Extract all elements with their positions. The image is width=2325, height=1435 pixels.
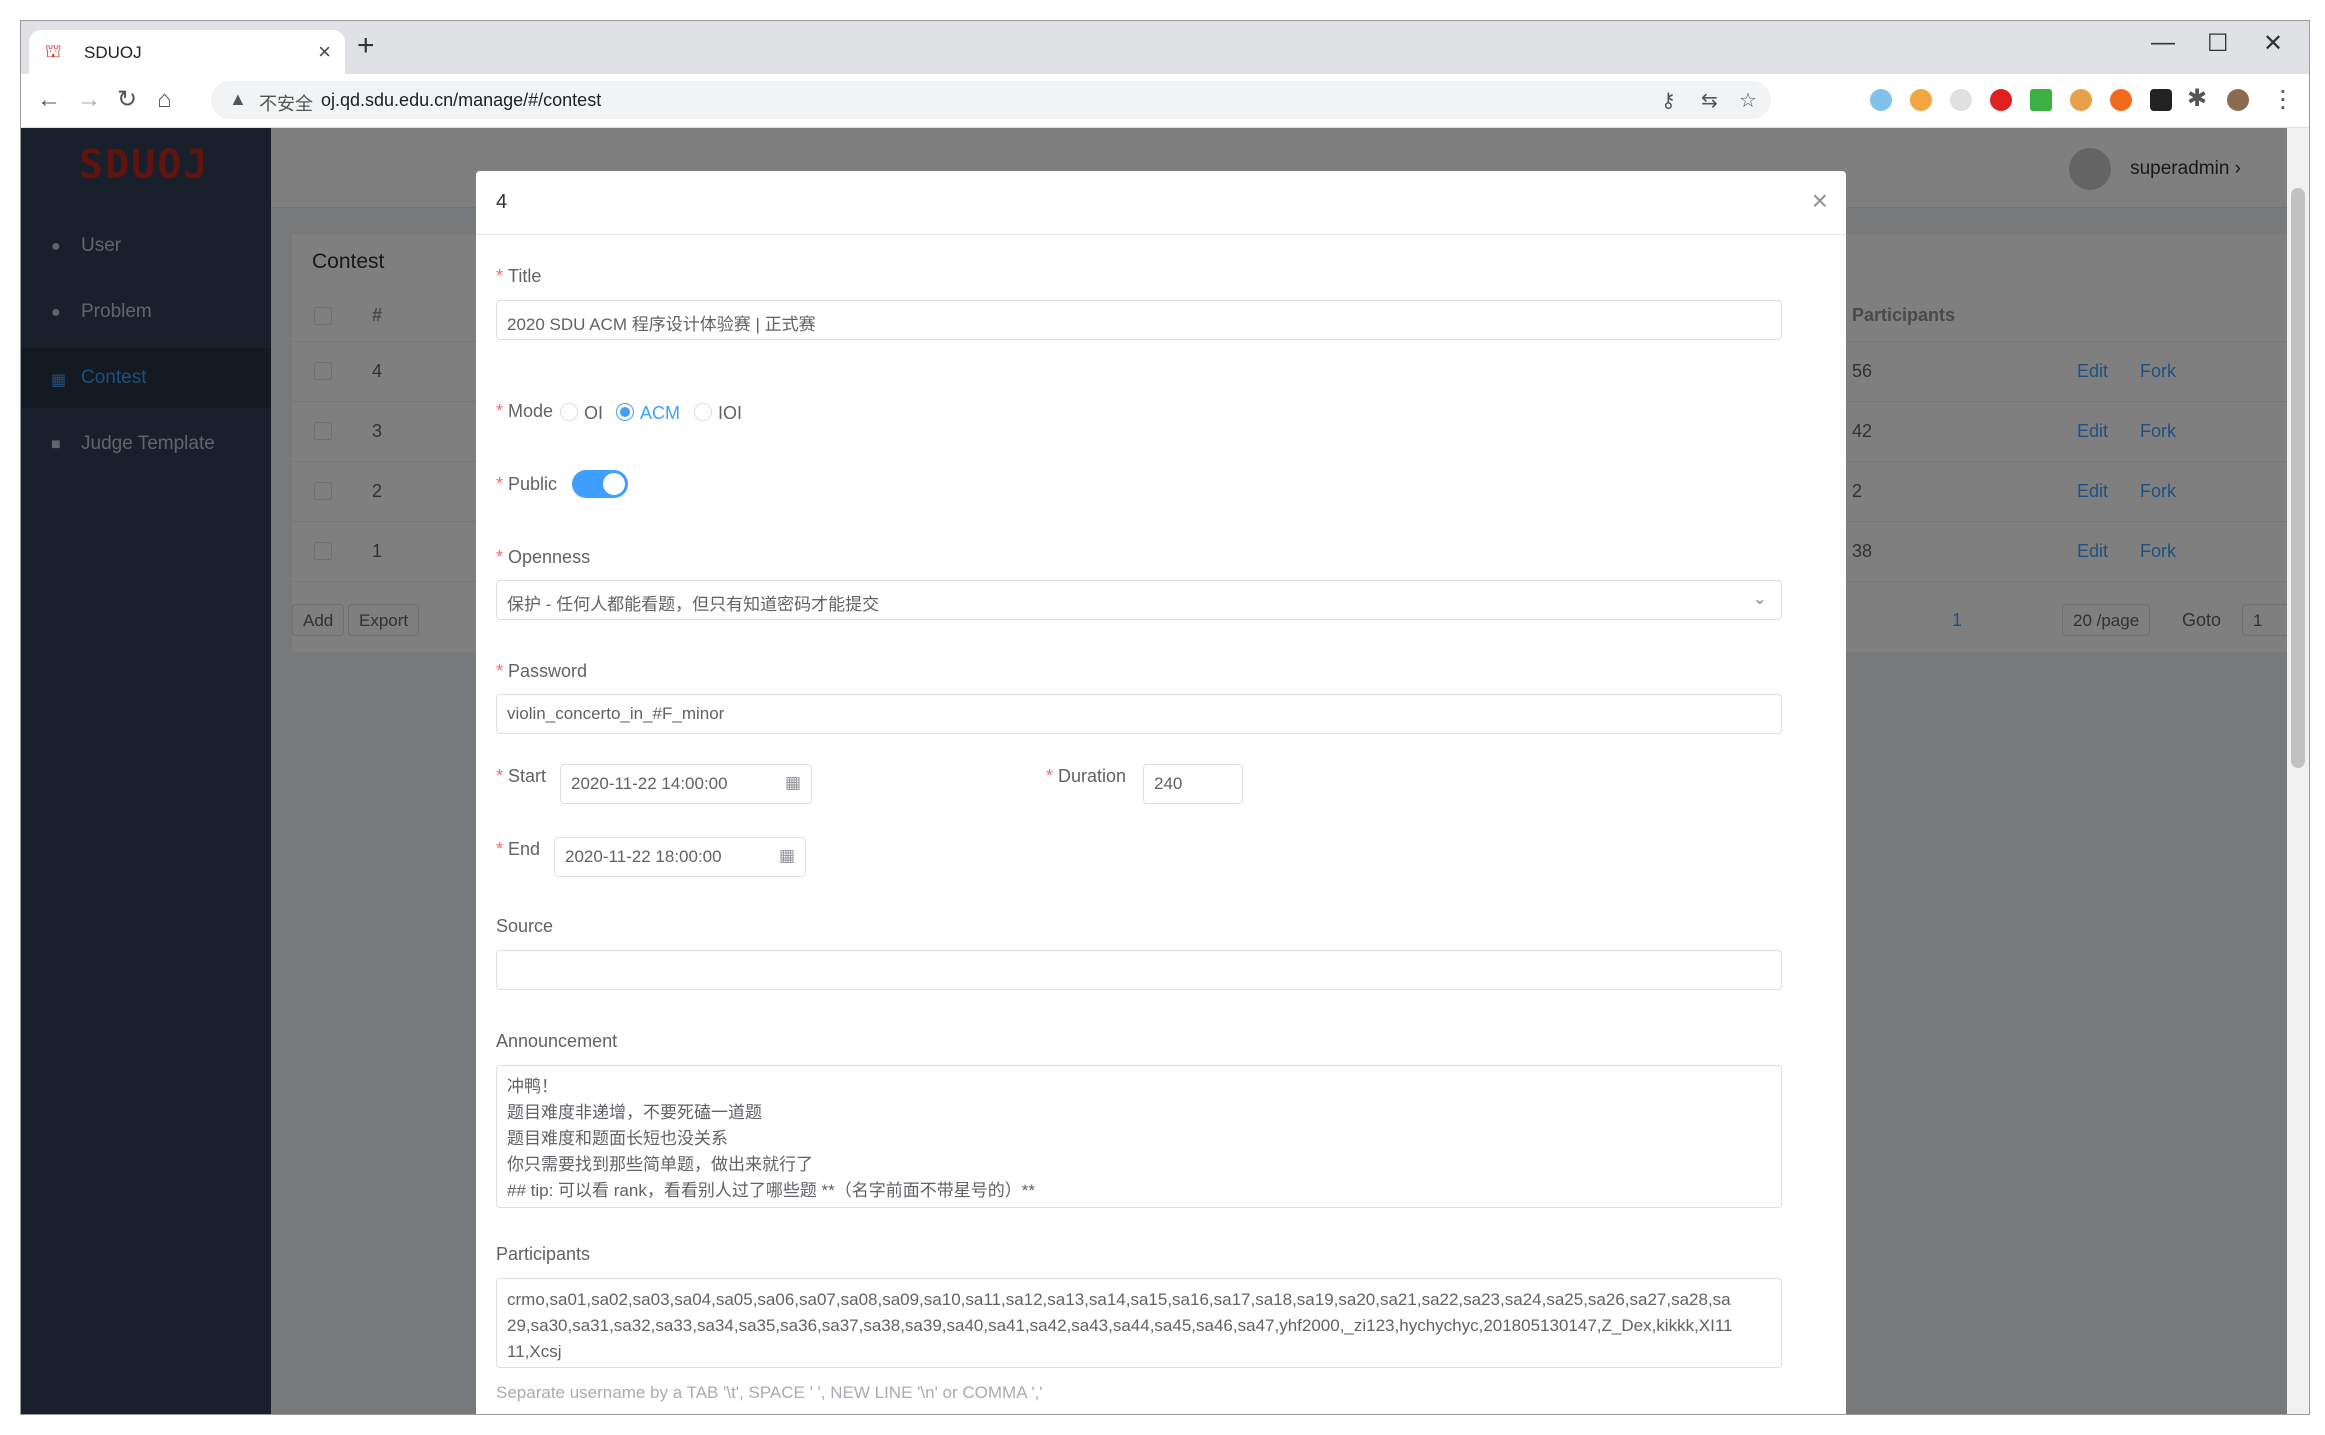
announcement-line: 题目难度非递增，不要死磕一道题 xyxy=(507,1103,762,1122)
url-text[interactable]: oj.qd.sdu.edu.cn/manage/#/contest xyxy=(321,90,601,111)
end-date-picker[interactable]: 2020-11-22 18:00:00 ▦ xyxy=(554,837,806,877)
password-label-text: Password xyxy=(508,661,588,681)
password-input[interactable]: violin_concerto_in_#F_minor xyxy=(496,694,1782,734)
dialog-header: 4 × xyxy=(476,171,1846,235)
mode-label-text: Mode xyxy=(508,401,554,421)
close-window-icon[interactable]: ✕ xyxy=(2263,29,2283,58)
maximize-icon[interactable]: ☐ xyxy=(2207,29,2229,58)
extension-icon[interactable] xyxy=(2150,89,2172,111)
mode-label: * Mode xyxy=(496,401,554,421)
duration-label: * Duration xyxy=(1046,766,1127,786)
end-label: * End xyxy=(496,839,541,859)
browser-tab[interactable]: ⛫ SDUOJ × xyxy=(29,30,345,74)
password-label: * Password xyxy=(496,661,588,681)
bookmark-star-icon[interactable]: ☆ xyxy=(1739,88,1757,113)
mode-radio-group: OI ACM IOI xyxy=(560,403,780,423)
end-label-text: End xyxy=(508,839,541,859)
participants-line: crmo,sa01,sa02,sa03,sa04,sa05,sa06,sa07,… xyxy=(507,1290,1731,1309)
address-bar[interactable]: ▲ 不安全 oj.qd.sdu.edu.cn/manage/#/contest … xyxy=(211,81,1771,119)
mode-oi-radio[interactable] xyxy=(560,403,578,421)
public-toggle[interactable] xyxy=(572,470,628,498)
menu-dots-icon[interactable]: ⋮ xyxy=(2271,86,2295,114)
new-tab-icon[interactable]: + xyxy=(357,31,375,61)
title-label-text: Title xyxy=(508,266,542,286)
announcement-line: 你只需要找到那些简单题，做出来就行了 xyxy=(507,1155,813,1174)
openness-label-text: Openness xyxy=(508,547,591,567)
participants-label: Participants xyxy=(496,1244,591,1264)
participants-hint: Separate username by a TAB '\t', SPACE '… xyxy=(496,1383,1043,1402)
start-date-picker[interactable]: 2020-11-22 14:00:00 ▦ xyxy=(560,764,812,804)
reload-icon[interactable]: ↻ xyxy=(117,86,137,114)
back-icon[interactable]: ← xyxy=(37,86,61,114)
start-label: * Start xyxy=(496,766,547,786)
browser-window: ⛫ SDUOJ × + — ☐ ✕ ← → ↻ ⌂ ▲ 不安全 oj.qd.sd… xyxy=(20,20,2310,1415)
title-input[interactable]: 2020 SDU ACM 程序设计体验赛 | 正式赛 xyxy=(496,300,1782,340)
key-icon[interactable]: ⚷ xyxy=(1661,88,1676,113)
close-icon[interactable]: × xyxy=(1812,185,1828,217)
insecure-label: 不安全 xyxy=(259,94,313,114)
warning-icon: ▲ xyxy=(229,89,247,109)
openness-select[interactable]: 保护 - 任何人都能看题，但只有知道密码才能提交 ⌄ xyxy=(496,580,1782,620)
minimize-icon[interactable]: — xyxy=(2151,29,2175,57)
announcement-textarea[interactable]: 冲鸭！ 题目难度非递增，不要死磕一道题 题目难度和题面长短也没关系 你只需要找到… xyxy=(496,1065,1782,1208)
participants-line: 29,sa30,sa31,sa32,sa33,sa34,sa35,sa36,sa… xyxy=(507,1316,1733,1335)
dialog-title: 4 xyxy=(496,191,508,213)
scrollbar-thumb[interactable] xyxy=(2291,188,2305,768)
extension-icon[interactable] xyxy=(2070,89,2092,111)
announcement-line: ## tip: 可以看 rank，看看别人过了哪些题 **（名字前面不带星号的）… xyxy=(507,1181,1036,1200)
browser-toolbar: ← → ↻ ⌂ ▲ 不安全 oj.qd.sdu.edu.cn/manage/#/… xyxy=(21,74,2309,128)
mode-oi-label[interactable]: OI xyxy=(584,403,603,424)
extension-icon[interactable] xyxy=(1950,89,1972,111)
openness-value: 保护 - 任何人都能看题，但只有知道密码才能提交 xyxy=(507,595,880,614)
extension-icon[interactable] xyxy=(2030,89,2052,111)
public-label: * Public xyxy=(496,474,558,494)
title-label: * Title xyxy=(496,266,542,286)
announcement-line: 冲鸭！ xyxy=(507,1077,558,1096)
participants-line: 11,Xcsj xyxy=(507,1342,562,1361)
calendar-icon: ▦ xyxy=(778,846,795,865)
edit-contest-dialog: 4 × * Title 2020 SDU ACM 程序设计体验赛 | 正式赛 * M… xyxy=(476,171,1846,1414)
public-label-text: Public xyxy=(508,474,558,494)
end-value: 2020-11-22 18:00:00 xyxy=(565,847,722,866)
mode-acm-label[interactable]: ACM xyxy=(640,403,680,424)
home-icon[interactable]: ⌂ xyxy=(157,86,172,114)
openness-label: * Openness xyxy=(496,547,591,567)
source-label: Source xyxy=(496,916,554,936)
close-tab-icon[interactable]: × xyxy=(318,39,331,65)
extension-icon[interactable] xyxy=(1870,89,1892,111)
extension-icon[interactable] xyxy=(2110,89,2132,111)
source-input[interactable] xyxy=(496,950,1782,990)
participants-textarea[interactable]: crmo,sa01,sa02,sa03,sa04,sa05,sa06,sa07,… xyxy=(496,1278,1782,1368)
announcement-line: 题目难度和题面长短也没关系 xyxy=(507,1129,728,1148)
translate-icon[interactable]: ⇆ xyxy=(1701,88,1718,113)
chevron-down-icon: ⌄ xyxy=(1752,589,1767,608)
mode-ioi-label[interactable]: IOI xyxy=(718,403,742,424)
duration-input[interactable]: 240 xyxy=(1143,764,1243,804)
forward-icon[interactable]: → xyxy=(77,86,101,114)
extension-icon[interactable] xyxy=(1910,89,1932,111)
announcement-label: Announcement xyxy=(496,1031,618,1051)
tab-title: SDUOJ xyxy=(84,43,142,62)
page-scrollbar[interactable] xyxy=(2287,128,2309,1414)
tab-strip: ⛫ SDUOJ × + — ☐ ✕ xyxy=(21,21,2309,74)
mode-ioi-radio[interactable] xyxy=(694,403,712,421)
duration-label-text: Duration xyxy=(1058,766,1127,786)
start-label-text: Start xyxy=(508,766,547,786)
extension-icon[interactable] xyxy=(1990,89,2012,111)
profile-avatar[interactable] xyxy=(2227,89,2249,111)
puzzle-icon[interactable]: ✱ xyxy=(2187,85,2207,113)
sduoj-favicon-icon: ⛫ xyxy=(45,41,62,61)
calendar-icon: ▦ xyxy=(784,773,801,792)
mode-acm-radio[interactable] xyxy=(616,403,634,421)
start-value: 2020-11-22 14:00:00 xyxy=(571,774,728,793)
